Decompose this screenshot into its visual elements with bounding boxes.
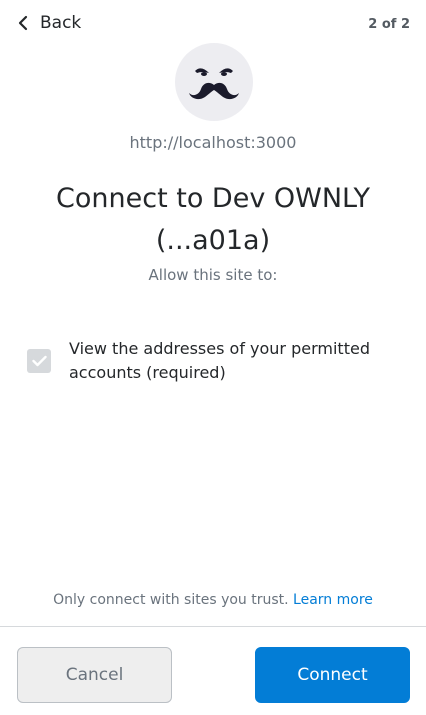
back-label: Back (40, 13, 82, 33)
connect-button[interactable]: Connect (255, 647, 410, 703)
trust-notice: Only connect with sites you trust. Learn… (0, 592, 426, 608)
footer-divider (0, 626, 426, 627)
step-indicator: 2 of 2 (368, 17, 410, 32)
cancel-button[interactable]: Cancel (17, 647, 172, 703)
learn-more-link[interactable]: Learn more (293, 592, 373, 608)
permission-label: View the addresses of your permitted acc… (69, 339, 370, 382)
page-title: Connect to Dev OWNLY (...a01a) (56, 183, 370, 256)
checkmark-icon (31, 355, 47, 367)
page-subtitle: Allow this site to: (148, 266, 278, 284)
trust-text: Only connect with sites you trust. (53, 592, 289, 608)
permission-checkbox[interactable] (27, 349, 51, 373)
mustache-face-icon (189, 68, 239, 100)
permission-item: View the addresses of your permitted acc… (27, 337, 397, 385)
back-button[interactable]: Back (16, 13, 81, 33)
site-avatar (175, 43, 253, 121)
chevron-left-icon (18, 15, 28, 31)
site-origin: http://localhost:3000 (129, 133, 297, 152)
connect-page: Back 2 of 2 http://localhost:3000 Connec… (0, 0, 426, 715)
